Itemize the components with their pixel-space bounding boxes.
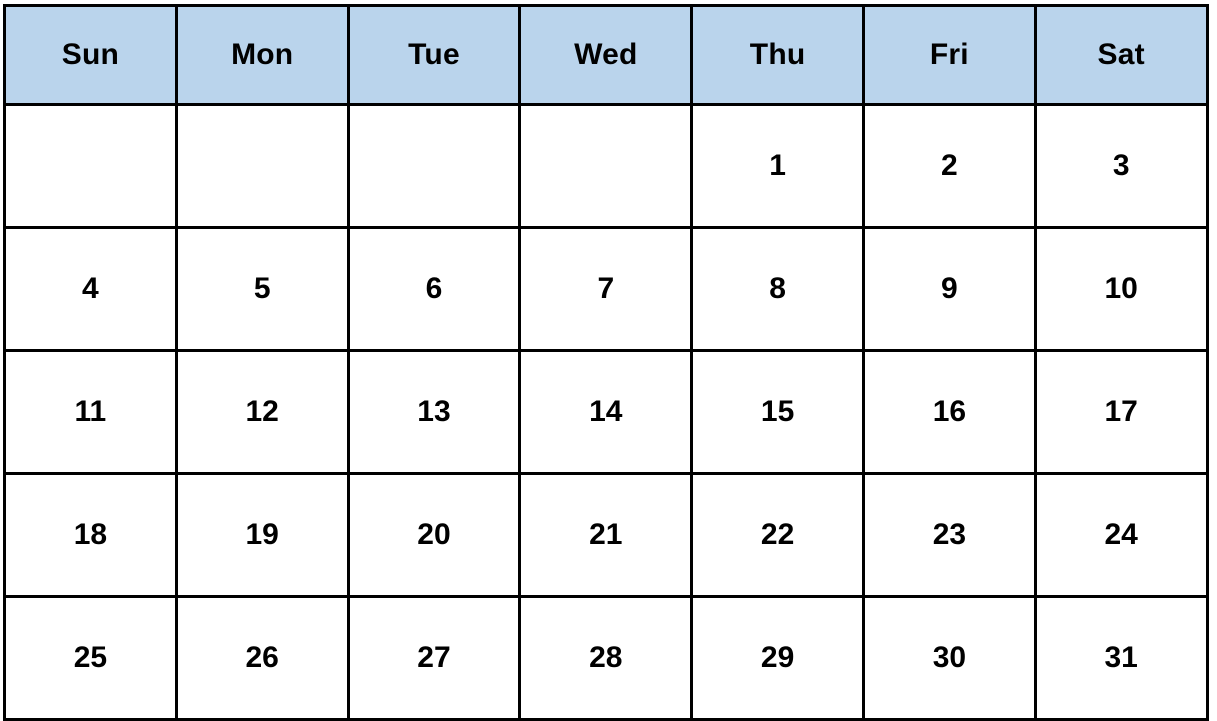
day-cell-24[interactable]: 24: [1033, 472, 1209, 598]
day-cell-28[interactable]: 28: [518, 595, 694, 721]
calendar-header-row-group: Sun Mon Tue Wed Thu Fri Sat: [3, 4, 1209, 106]
day-cell-5[interactable]: 5: [174, 226, 350, 352]
day-cell-31[interactable]: 31: [1033, 595, 1209, 721]
calendar-week-row: 1 2 3: [3, 103, 1209, 229]
day-cell-11[interactable]: 11: [3, 349, 178, 475]
day-cell-12[interactable]: 12: [174, 349, 350, 475]
weekday-header-sat: Sat: [1033, 4, 1209, 106]
day-cell-8[interactable]: 8: [690, 226, 865, 352]
day-cell-empty[interactable]: [174, 103, 350, 229]
day-cell-empty[interactable]: [518, 103, 694, 229]
day-cell-16[interactable]: 16: [861, 349, 1037, 475]
day-cell-17[interactable]: 17: [1033, 349, 1209, 475]
day-cell-21[interactable]: 21: [518, 472, 694, 598]
day-cell-20[interactable]: 20: [346, 472, 522, 598]
day-cell-26[interactable]: 26: [174, 595, 350, 721]
day-cell-9[interactable]: 9: [861, 226, 1037, 352]
weekday-header-wed: Wed: [518, 4, 694, 106]
day-cell-14[interactable]: 14: [518, 349, 694, 475]
day-cell-30[interactable]: 30: [861, 595, 1037, 721]
day-cell-13[interactable]: 13: [346, 349, 522, 475]
day-cell-1[interactable]: 1: [690, 103, 865, 229]
day-cell-empty[interactable]: [346, 103, 522, 229]
day-cell-empty[interactable]: [3, 103, 178, 229]
day-cell-4[interactable]: 4: [3, 226, 178, 352]
day-cell-27[interactable]: 27: [346, 595, 522, 721]
calendar-week-row: 18 19 20 21 22 23 24: [3, 472, 1209, 598]
calendar-grid: Sun Mon Tue Wed Thu Fri Sat 1 2 3 4 5 6 …: [3, 4, 1209, 721]
day-cell-6[interactable]: 6: [346, 226, 522, 352]
calendar-body: 1 2 3 4 5 6 7 8 9 10 11 12 13 14 15 16 1…: [3, 103, 1209, 721]
day-cell-18[interactable]: 18: [3, 472, 178, 598]
day-cell-22[interactable]: 22: [690, 472, 865, 598]
calendar-week-row: 25 26 27 28 29 30 31: [3, 595, 1209, 721]
weekday-header-tue: Tue: [346, 4, 522, 106]
day-cell-15[interactable]: 15: [690, 349, 865, 475]
day-cell-7[interactable]: 7: [518, 226, 694, 352]
day-cell-2[interactable]: 2: [861, 103, 1037, 229]
calendar-week-row: 4 5 6 7 8 9 10: [3, 226, 1209, 352]
day-cell-25[interactable]: 25: [3, 595, 178, 721]
calendar-week-row: 11 12 13 14 15 16 17: [3, 349, 1209, 475]
day-cell-10[interactable]: 10: [1033, 226, 1209, 352]
day-cell-23[interactable]: 23: [861, 472, 1037, 598]
day-cell-29[interactable]: 29: [690, 595, 865, 721]
calendar-table: Sun Mon Tue Wed Thu Fri Sat 1 2 3 4 5 6 …: [3, 4, 1209, 721]
weekday-header-sun: Sun: [3, 4, 178, 106]
weekday-header-fri: Fri: [861, 4, 1037, 106]
weekday-header-thu: Thu: [690, 4, 865, 106]
day-cell-3[interactable]: 3: [1033, 103, 1209, 229]
weekday-header-mon: Mon: [174, 4, 350, 106]
weekday-header-row: Sun Mon Tue Wed Thu Fri Sat: [3, 4, 1209, 106]
day-cell-19[interactable]: 19: [174, 472, 350, 598]
